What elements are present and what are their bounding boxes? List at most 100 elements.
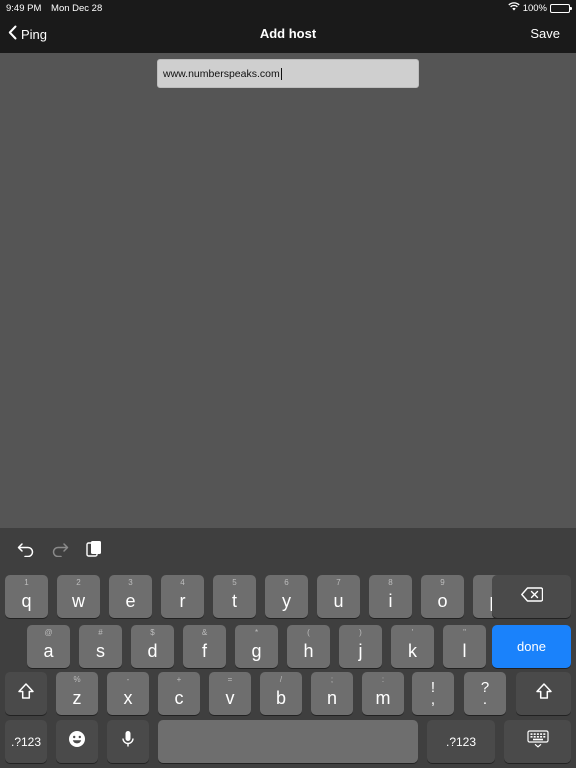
done-key[interactable]: done: [492, 625, 571, 668]
key-question-period[interactable]: ? .: [464, 672, 506, 715]
nav-bar: Ping Add host Save: [0, 16, 576, 53]
key-f[interactable]: & f: [183, 625, 226, 668]
key-secondary-label: 3: [128, 578, 133, 587]
key-primary-label: d: [147, 641, 158, 661]
key-secondary-label: &: [201, 628, 208, 637]
key-secondary-label: 7: [336, 578, 341, 587]
key-m[interactable]: :m: [362, 672, 404, 715]
key-secondary-label: $: [150, 628, 155, 637]
key-primary-label: q: [21, 591, 32, 611]
keyboard-toolbar: [0, 528, 576, 568]
page-title: Add host: [259, 26, 317, 41]
key-l[interactable]: " l: [443, 625, 486, 668]
key-primary-label: w: [72, 591, 85, 611]
key-secondary-label: 8: [388, 578, 393, 587]
key-primary-label: b: [275, 688, 286, 708]
wifi-icon: [508, 2, 520, 14]
text-caret: [280, 67, 282, 80]
microphone-icon: [121, 730, 135, 753]
key-d[interactable]: $ d: [131, 625, 174, 668]
battery-percent: 100%: [522, 2, 547, 14]
status-left: 9:49 PM Mon Dec 28: [6, 3, 109, 14]
key-z[interactable]: % z: [56, 672, 98, 715]
delete-icon: [520, 586, 543, 607]
key-secondary-label: ": [463, 628, 466, 637]
key-primary-label: g: [251, 641, 262, 661]
key-primary-label: x: [123, 688, 133, 708]
key-n[interactable]: ; n: [311, 672, 353, 715]
key-secondary-label: 6: [284, 578, 289, 587]
status-bar: 9:49 PM Mon Dec 28 100%: [0, 0, 576, 16]
key-h[interactable]: (h: [287, 625, 330, 668]
numbers-key-left[interactable]: .?123: [5, 720, 47, 763]
key-primary-label: i: [388, 591, 393, 611]
space-key[interactable]: [158, 720, 418, 763]
key-secondary-label: 4: [180, 578, 185, 587]
key-comma-label: ,: [430, 690, 436, 708]
key-primary-label: k: [408, 641, 417, 661]
battery-icon: [550, 3, 572, 13]
key-w[interactable]: 2w: [57, 575, 100, 618]
shift-key-right[interactable]: [516, 672, 571, 715]
key-secondary-label: :: [381, 675, 385, 684]
key-secondary-label: %: [73, 675, 81, 684]
key-o[interactable]: 9o: [421, 575, 464, 618]
key-i[interactable]: 8i: [369, 575, 412, 618]
key-primary-label: y: [282, 591, 291, 611]
key-e[interactable]: 3e: [109, 575, 152, 618]
key-x[interactable]: -x: [107, 672, 149, 715]
key-g[interactable]: * g: [235, 625, 278, 668]
key-secondary-label: -: [126, 675, 130, 684]
key-u[interactable]: 7u: [317, 575, 360, 618]
key-j[interactable]: ) j: [339, 625, 382, 668]
key-secondary-label: *: [254, 628, 259, 637]
paste-icon[interactable]: [83, 538, 105, 560]
key-secondary-label: 2: [76, 578, 81, 587]
shift-key-left[interactable]: [5, 672, 47, 715]
key-secondary-label: @: [44, 628, 53, 637]
hide-keyboard-key[interactable]: [504, 720, 571, 763]
key-primary-label: h: [303, 641, 314, 661]
key-b[interactable]: / b: [260, 672, 302, 715]
key-primary-label: o: [437, 591, 448, 611]
dictation-key[interactable]: [107, 720, 149, 763]
key-exclaim-comma[interactable]: ! ,: [412, 672, 454, 715]
key-primary-label: f: [201, 641, 207, 661]
key-primary-label: z: [72, 688, 82, 708]
emoji-key[interactable]: [56, 720, 98, 763]
key-primary-label: l: [462, 641, 467, 661]
key-period-label: .: [482, 690, 488, 708]
key-t[interactable]: 5t: [213, 575, 256, 618]
key-primary-label: u: [333, 591, 344, 611]
key-y[interactable]: 6y: [265, 575, 308, 618]
key-secondary-label: ;: [330, 675, 334, 684]
key-r[interactable]: 4r: [161, 575, 204, 618]
numbers-key-right[interactable]: .?123: [427, 720, 495, 763]
key-a[interactable]: @ a: [27, 625, 70, 668]
key-primary-label: e: [125, 591, 136, 611]
status-date: Mon Dec 28: [51, 3, 103, 14]
key-secondary-label: 1: [24, 578, 29, 587]
key-s[interactable]: # s: [79, 625, 122, 668]
key-secondary-label: 9: [440, 578, 445, 587]
save-button[interactable]: Save: [530, 26, 560, 41]
key-secondary-label: #: [98, 628, 103, 637]
key-k[interactable]: ' k: [391, 625, 434, 668]
key-secondary-label: =: [227, 675, 233, 684]
key-primary-label: j: [358, 641, 363, 661]
shift-icon: [17, 682, 35, 705]
key-v[interactable]: = v: [209, 672, 251, 715]
redo-icon[interactable]: [49, 538, 71, 560]
status-time: 9:49 PM: [6, 3, 42, 14]
host-input[interactable]: www.numberspeaks.com: [157, 59, 419, 88]
key-primary-label: r: [179, 591, 186, 611]
delete-key[interactable]: [492, 575, 571, 618]
shift-icon: [535, 682, 553, 705]
key-c[interactable]: + c: [158, 672, 200, 715]
key-secondary-label: /: [279, 675, 283, 684]
status-right: 100%: [508, 2, 572, 14]
undo-icon[interactable]: [15, 538, 37, 560]
key-primary-label: m: [375, 688, 391, 708]
key-q[interactable]: 1q: [5, 575, 48, 618]
key-secondary-label: (: [307, 628, 310, 637]
